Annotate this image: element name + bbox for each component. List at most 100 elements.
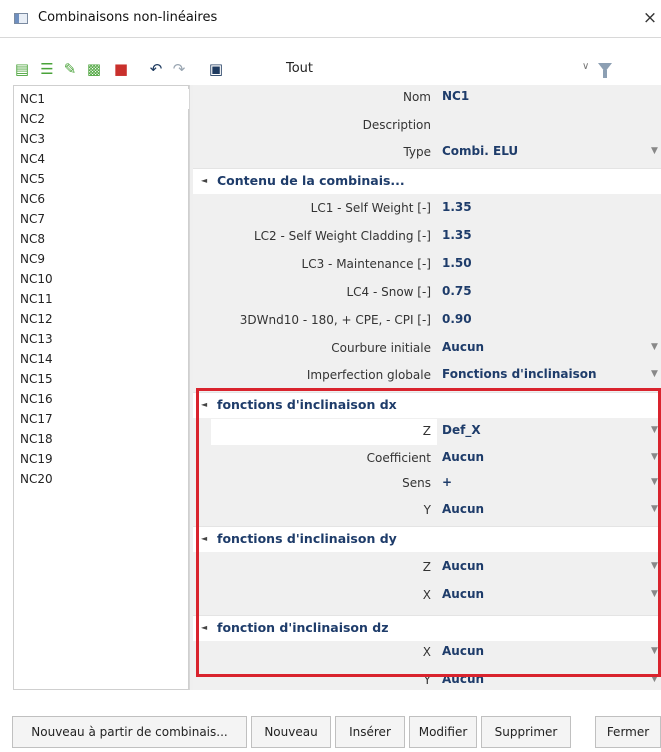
prop-value[interactable]: Fonctions d'inclinaison: [442, 367, 597, 381]
category-dz[interactable]: ◄ fonction d'inclinaison dz: [193, 615, 661, 641]
delete-icon[interactable]: ■: [111, 58, 131, 80]
list-item[interactable]: NC11: [14, 289, 189, 309]
collapse-icon[interactable]: ◄: [201, 623, 207, 632]
chevron-down-icon[interactable]: ▼: [651, 425, 658, 435]
table-icon[interactable]: ▣: [206, 58, 226, 80]
list-item[interactable]: NC1: [14, 89, 189, 109]
chevron-down-icon[interactable]: ▼: [651, 674, 658, 684]
category-dy[interactable]: ◄ fonctions d'inclinaison dy: [193, 526, 661, 552]
prop-row-nom[interactable]: Nom NC1: [193, 85, 661, 111]
prop-value[interactable]: Aucun: [442, 502, 484, 516]
undo-icon[interactable]: ↶: [146, 58, 166, 80]
list-item[interactable]: NC10: [14, 269, 189, 289]
chevron-down-icon[interactable]: ▼: [651, 477, 658, 487]
list-item[interactable]: NC17: [14, 409, 189, 429]
prop-value[interactable]: Combi. ELU: [442, 144, 518, 158]
prop-value[interactable]: 1.35: [442, 200, 472, 214]
collapse-icon[interactable]: ◄: [201, 400, 207, 409]
prop-label: Imperfection globale: [306, 368, 431, 382]
list-item[interactable]: NC16: [14, 389, 189, 409]
prop-value[interactable]: 0.75: [442, 284, 472, 298]
insert-icon[interactable]: ☰: [37, 58, 57, 80]
chevron-down-icon[interactable]: ∨: [582, 61, 589, 72]
category-dx[interactable]: ◄ fonctions d'inclinaison dx: [193, 392, 661, 418]
prop-label: X: [422, 645, 431, 659]
collapse-icon[interactable]: ◄: [201, 176, 207, 185]
prop-row-description[interactable]: Description: [193, 113, 661, 139]
list-item[interactable]: NC14: [14, 349, 189, 369]
chevron-down-icon[interactable]: ▼: [651, 342, 658, 352]
prop-row-lc4[interactable]: LC4 - Snow [-] 0.75: [193, 280, 661, 306]
new-icon[interactable]: ▤: [12, 58, 32, 80]
prop-value[interactable]: 1.35: [442, 228, 472, 242]
list-item[interactable]: NC5: [14, 169, 189, 189]
list-item[interactable]: NC20: [14, 469, 189, 489]
list-item[interactable]: NC9: [14, 249, 189, 269]
new-from-combination-button[interactable]: Nouveau à partir de combinais...: [12, 716, 247, 748]
category-contenu[interactable]: ◄ Contenu de la combinais...: [193, 168, 661, 194]
filter-select[interactable]: Tout: [286, 61, 313, 76]
list-item[interactable]: NC12: [14, 309, 189, 329]
prop-row-dx-z[interactable]: Z Def_X ▼: [193, 419, 661, 445]
insert-button[interactable]: Insérer: [335, 716, 405, 748]
prop-row-lc2[interactable]: LC2 - Self Weight Cladding [-] 1.35: [193, 224, 661, 250]
prop-label: Nom: [402, 90, 431, 104]
prop-row-dz-y[interactable]: Y Aucun ▼: [193, 668, 661, 694]
edit-icon[interactable]: ✎: [60, 58, 80, 80]
list-item[interactable]: NC6: [14, 189, 189, 209]
prop-value[interactable]: +: [442, 475, 452, 489]
list-item[interactable]: NC13: [14, 329, 189, 349]
prop-row-dx-sens[interactable]: Sens + ▼: [193, 471, 661, 497]
chevron-down-icon[interactable]: ▼: [651, 589, 658, 599]
prop-row-dy-z[interactable]: Z Aucun ▼: [193, 555, 661, 581]
prop-value[interactable]: 1.50: [442, 256, 472, 270]
prop-value[interactable]: Aucun: [442, 644, 484, 658]
toolbar: ▤ ☰ ✎ ▩ ■ ↶ ↷ ▣ Tout ∨: [0, 58, 661, 82]
prop-row-imperfection[interactable]: Imperfection globale Fonctions d'inclina…: [193, 363, 661, 389]
list-item[interactable]: NC4: [14, 149, 189, 169]
chevron-down-icon[interactable]: ▼: [651, 369, 658, 379]
prop-row-wind[interactable]: 3DWnd10 - 180, + CPE, - CPI [-] 0.90: [193, 308, 661, 334]
modify-button[interactable]: Modifier: [409, 716, 477, 748]
list-item[interactable]: NC15: [14, 369, 189, 389]
prop-label: X: [422, 588, 431, 602]
prop-value[interactable]: Aucun: [442, 672, 484, 686]
redo-icon[interactable]: ↷: [169, 58, 189, 80]
chevron-down-icon[interactable]: ▼: [651, 504, 658, 514]
prop-row-lc1[interactable]: LC1 - Self Weight [-] 1.35: [193, 196, 661, 222]
collapse-icon[interactable]: ◄: [201, 534, 207, 543]
prop-row-courbure[interactable]: Courbure initiale Aucun ▼: [193, 336, 661, 362]
list-item[interactable]: NC3: [14, 129, 189, 149]
prop-row-dx-coefficient[interactable]: Coefficient Aucun ▼: [193, 446, 661, 472]
close-icon[interactable]: ×: [640, 6, 660, 30]
selected-row-highlight: [211, 419, 437, 445]
new-button[interactable]: Nouveau: [251, 716, 331, 748]
list-item[interactable]: NC7: [14, 209, 189, 229]
prop-value[interactable]: Def_X: [442, 423, 481, 437]
prop-value[interactable]: NC1: [442, 89, 469, 103]
chevron-down-icon[interactable]: ▼: [651, 646, 658, 656]
delete-button[interactable]: Supprimer: [481, 716, 571, 748]
filter-icon[interactable]: [598, 63, 612, 78]
prop-row-dx-y[interactable]: Y Aucun ▼: [193, 498, 661, 524]
close-button[interactable]: Fermer: [595, 716, 661, 748]
chevron-down-icon[interactable]: ▼: [651, 146, 658, 156]
chevron-down-icon[interactable]: ▼: [651, 561, 658, 571]
prop-row-type[interactable]: Type Combi. ELU ▼: [193, 140, 661, 166]
copy-icon[interactable]: ▩: [84, 58, 104, 80]
prop-row-dz-x[interactable]: X Aucun ▼: [193, 640, 661, 666]
prop-value[interactable]: 0.90: [442, 312, 472, 326]
list-item[interactable]: NC2: [14, 109, 189, 129]
list-item[interactable]: NC8: [14, 229, 189, 249]
list-item[interactable]: NC18: [14, 429, 189, 449]
combination-list[interactable]: NC1 NC2 NC3 NC4 NC5 NC6 NC7 NC8 NC9 NC10…: [13, 85, 189, 690]
chevron-down-icon[interactable]: ▼: [651, 452, 658, 462]
prop-label: Sens: [402, 476, 431, 490]
prop-value[interactable]: Aucun: [442, 450, 484, 464]
prop-row-dy-x[interactable]: X Aucun ▼: [193, 583, 661, 609]
prop-row-lc3[interactable]: LC3 - Maintenance [-] 1.50: [193, 252, 661, 278]
prop-value[interactable]: Aucun: [442, 559, 484, 573]
prop-value[interactable]: Aucun: [442, 340, 484, 354]
prop-value[interactable]: Aucun: [442, 587, 484, 601]
list-item[interactable]: NC19: [14, 449, 189, 469]
